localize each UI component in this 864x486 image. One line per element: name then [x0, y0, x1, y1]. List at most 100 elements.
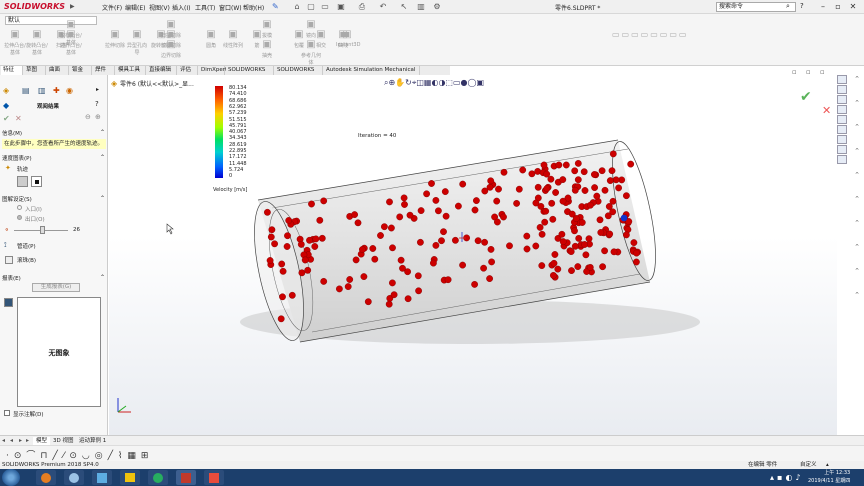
task-pane-tab-5[interactable]	[837, 125, 847, 134]
tab-3d-view[interactable]: 3D 视图	[50, 437, 76, 445]
report-header[interactable]: 报表(E)	[2, 274, 21, 282]
tab-motion-study[interactable]: 运动算例 1	[76, 437, 109, 445]
menu-edit[interactable]: 编辑(E)	[125, 3, 145, 12]
task-pane-tab-3[interactable]	[837, 105, 847, 114]
ribbon-button-6[interactable]: ▣ 异型孔向导	[126, 28, 148, 58]
collapse-arrow-icon-7[interactable]: ⌃	[852, 243, 862, 253]
collapse-arrow-icon-4[interactable]: ⌃	[852, 171, 862, 181]
collapse-settings-icon[interactable]: ⌃	[100, 195, 105, 202]
show-annotations-checkbox[interactable]	[4, 410, 10, 416]
menu-tools[interactable]: 工具(T)	[195, 3, 215, 12]
task-pane-tab-7[interactable]	[837, 145, 847, 154]
generate-report-button[interactable]: 生成报表(G)	[32, 283, 80, 292]
info-header[interactable]: 信息(M)	[2, 129, 22, 137]
ball-style-button[interactable]	[31, 176, 42, 187]
feature-manager-icon[interactable]: ◈	[3, 86, 9, 95]
taskbar-red-app-icon[interactable]	[204, 470, 224, 485]
ok-check-icon[interactable]: ✔	[3, 114, 10, 123]
taskbar-clock[interactable]: 上午 12:33 2019/4/11 星期四	[808, 469, 850, 485]
ribbon-button-12[interactable]: ▣ 线性阵列	[222, 28, 244, 58]
new-document-icon[interactable]: ▢	[306, 2, 316, 12]
ribbon-button-4[interactable]: ▣ 边界凸台/基体	[60, 28, 82, 58]
task-pane-tab-2[interactable]	[837, 95, 847, 104]
tab-4[interactable]: 焊件	[93, 66, 115, 75]
status-arrow-icon[interactable]: ▴	[826, 461, 829, 469]
collapse-arrow-icon-8[interactable]: ⌃	[852, 267, 862, 277]
tab-model[interactable]: 模型	[33, 437, 51, 445]
collapse-arrow-icon-9[interactable]: ⌃	[852, 291, 862, 301]
tab-1[interactable]: 草图	[24, 66, 46, 75]
collapse-arrow-icon-3[interactable]: ⌃	[852, 147, 862, 157]
status-units[interactable]: 自定义	[800, 461, 817, 469]
viewport-tile-icon[interactable]: ▫	[806, 68, 811, 76]
close-button[interactable]: ✕	[846, 1, 860, 13]
task-pane-tab-4[interactable]	[837, 115, 847, 124]
options-icon[interactable]: ⚙	[432, 2, 442, 12]
task-pane-tab-6[interactable]	[837, 135, 847, 144]
menu-help[interactable]: 帮助(H)	[243, 3, 264, 12]
collapse-info-icon[interactable]: ⌃	[100, 129, 105, 136]
taskbar-firefox-icon[interactable]	[36, 470, 56, 485]
task-pane-tab-8[interactable]	[837, 155, 847, 164]
select-arrow-icon[interactable]: ↖	[399, 2, 409, 12]
outlet-radio[interactable]	[17, 215, 22, 220]
pane-arrow-icon[interactable]: ▸	[96, 86, 99, 93]
taskbar-explorer-icon[interactable]	[120, 470, 140, 485]
tab-0[interactable]: 特征	[1, 66, 23, 75]
property-manager-icon[interactable]: ▤	[22, 86, 30, 95]
tab-8[interactable]: DimXpert	[199, 66, 227, 75]
logo-menu-arrow-icon[interactable]: ▶	[70, 3, 75, 10]
taskbar-solidworks-icon[interactable]	[176, 470, 196, 485]
tab-11[interactable]: Autodesk Simulation Mechanical 2016	[324, 66, 420, 82]
ribbon-button-21[interactable]: ▣ Instant3D	[336, 28, 360, 58]
collapse-arrow-icon-6[interactable]: ⌃	[852, 219, 862, 229]
inlet-radio[interactable]	[17, 205, 22, 210]
menu-window[interactable]: 窗口(W)	[219, 3, 242, 12]
prev-page-icon[interactable]: ⊖	[85, 113, 91, 121]
ribbon-button-1[interactable]: ▣ 旋转凸台/基体	[26, 28, 48, 58]
collapse-arrow-icon-2[interactable]: ⌃	[852, 123, 862, 133]
home-icon[interactable]: ⌂	[292, 2, 302, 12]
taskbar-green-app-icon[interactable]	[148, 470, 168, 485]
scroll-first-icon[interactable]: ◂	[10, 437, 13, 444]
display-manager-icon[interactable]: ◉	[66, 86, 73, 95]
save-icon[interactable]: ▣	[336, 2, 346, 12]
scroll-left-icon[interactable]: ◂	[2, 437, 5, 444]
task-pane-tab-0[interactable]	[837, 75, 847, 84]
ribbon-button-15[interactable]: ▣ 抽壳	[256, 38, 278, 68]
open-folder-icon[interactable]: ▭	[320, 2, 330, 12]
ribbon-button-10[interactable]: ▣ 边界切除	[160, 38, 182, 68]
cancel-x-icon[interactable]: ✕	[15, 114, 22, 123]
cancel-x-large-icon[interactable]: ✕	[822, 104, 831, 117]
pin-icon[interactable]: ✎	[272, 2, 279, 11]
undo-icon[interactable]: ↶	[378, 2, 388, 12]
tab-2[interactable]: 曲面	[47, 66, 69, 75]
viewport-close-icon[interactable]: ▫	[820, 68, 825, 76]
collapse-speed-icon[interactable]: ⌃	[100, 154, 105, 161]
restore-button[interactable]: ▫	[831, 1, 845, 13]
search-input[interactable]: 搜索命令	[716, 2, 796, 12]
taskbar-network-icon[interactable]	[64, 470, 84, 485]
help-icon[interactable]: ?	[800, 2, 804, 10]
tray-icons[interactable]: ▴▪◐♪	[770, 473, 804, 482]
tab-7[interactable]: 评估	[178, 66, 198, 75]
plot-settings-header[interactable]: 图解设定(S)	[2, 195, 32, 203]
viewport-restore-icon[interactable]: ▫	[792, 68, 797, 76]
scroll-last-icon[interactable]: ▸	[19, 437, 22, 444]
start-button[interactable]	[2, 469, 20, 486]
tab-5[interactable]: 模具工具	[116, 66, 146, 75]
task-pane-tab-1[interactable]	[837, 85, 847, 94]
dimxpert-icon[interactable]: ✚	[53, 86, 60, 95]
collapse-arrow-icon-0[interactable]: ⌃	[852, 75, 862, 85]
menu-view[interactable]: 视图(V)	[149, 3, 170, 12]
print-icon[interactable]: ⎙	[357, 2, 367, 12]
ribbon-button-5[interactable]: ▣ 拉伸切除	[104, 28, 126, 58]
pipe-model[interactable]	[109, 75, 837, 435]
collapse-arrow-icon-5[interactable]: ⌃	[852, 195, 862, 205]
tab-6[interactable]: 直接编辑	[147, 66, 177, 75]
tab-9[interactable]: SOLIDWORKS 插件	[226, 66, 274, 82]
sketch-tools-icons[interactable]: ·⊙⌒⊓╱⁄⊙◡◎╱⌇▦⊞	[6, 448, 153, 461]
menu-insert[interactable]: 插入(I)	[172, 3, 190, 12]
trajectory-style-button[interactable]	[17, 176, 28, 187]
collapse-report-icon[interactable]: ⌃	[100, 274, 105, 281]
